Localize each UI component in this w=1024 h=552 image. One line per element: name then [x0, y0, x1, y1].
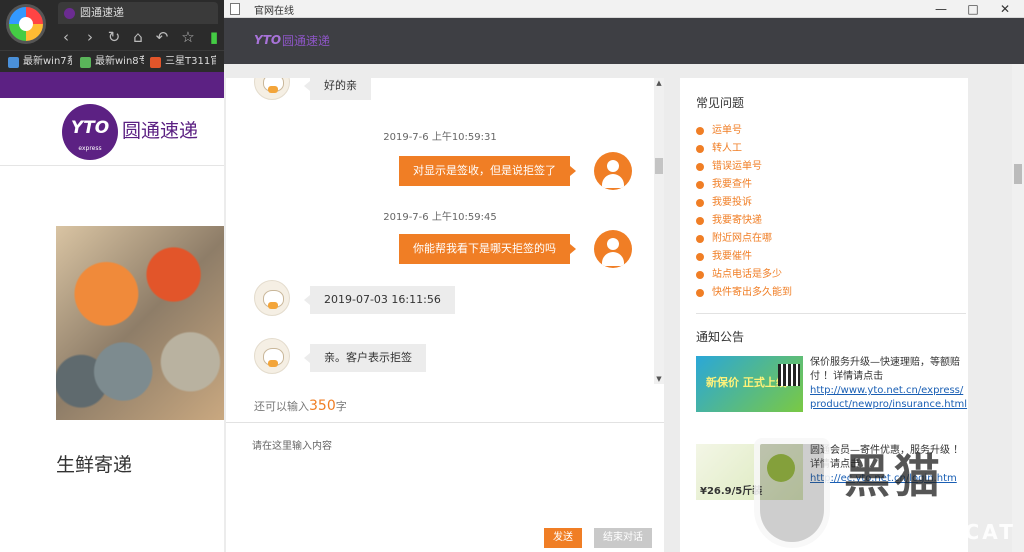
window-scrollbar[interactable]: [1012, 64, 1024, 552]
header-logo: YTO: [254, 33, 282, 47]
agent-message: 2019-07-03 16:11:56: [304, 286, 455, 314]
document-icon: [230, 3, 240, 15]
message-list[interactable]: 好的亲 2019-7-6 上午10:59:31 对显示是签收，但是说拒签了 20…: [226, 78, 654, 384]
forward-icon[interactable]: ›: [80, 27, 100, 47]
refresh-icon[interactable]: ↻: [104, 27, 124, 47]
message-panel: 好的亲 2019-7-6 上午10:59:31 对显示是签收，但是说拒签了 20…: [226, 78, 664, 552]
faq-item[interactable]: 错误运单号: [696, 158, 792, 176]
notice-banner-image[interactable]: 新保价 正式上线: [696, 356, 803, 412]
yto-favicon-icon: [64, 8, 75, 19]
scroll-up-icon[interactable]: ▲: [654, 78, 664, 88]
site-brand-name: 圆通速递: [122, 120, 199, 142]
faq-title: 常见问题: [696, 96, 745, 110]
agent-avatar: [254, 78, 290, 100]
faq-item[interactable]: 快件寄出多久能到: [696, 284, 792, 302]
undo-icon[interactable]: ↶: [152, 27, 172, 47]
notice-title: 通知公告: [696, 330, 745, 344]
fruit-icon: [767, 454, 795, 482]
faq-item[interactable]: 我要投诉: [696, 194, 792, 212]
message-timestamp: 2019-7-6 上午10:59:31: [383, 132, 497, 143]
back-icon[interactable]: ‹: [56, 27, 76, 47]
notice-text: 圆通会员—寄件优惠，服务升级 ！详情请点击: [810, 445, 964, 470]
agent-message: 好的亲: [304, 78, 371, 100]
user-avatar: [594, 230, 632, 268]
bookmark-page-icon: [150, 57, 161, 68]
maximize-button[interactable]: □: [958, 0, 988, 18]
section-caption[interactable]: 生鲜寄递: [56, 450, 132, 477]
agent-avatar: [254, 280, 290, 316]
bookmark-item[interactable]: 三星T311官: [150, 54, 216, 70]
faq-item[interactable]: 我要查件: [696, 176, 792, 194]
minimize-button[interactable]: —: [926, 0, 956, 18]
browser-tab[interactable]: 圆通速递: [58, 2, 218, 24]
notice-banner-image[interactable]: ¥26.9/5斤装: [696, 444, 803, 500]
side-panel: 常见问题 运单号 转人工 错误运单号 我要查件 我要投诉 我要寄快递 附近网点在…: [680, 78, 968, 552]
notice-text: 保价服务升级—快速理赔，等额赔付 ！详情请点击: [810, 357, 960, 382]
chat-header: YTO 圆通速递: [224, 18, 1024, 64]
faq-item[interactable]: 运单号: [696, 122, 792, 140]
browser-tab-title: 圆通速递: [80, 6, 124, 19]
faq-item[interactable]: 转人工: [696, 140, 792, 158]
seafood-image[interactable]: [56, 226, 224, 420]
scroll-thumb[interactable]: [655, 158, 663, 174]
bookmarks-bar: 最新win7系 最新win8专 三星T311官: [0, 50, 224, 72]
site-top-bar: [0, 72, 224, 98]
bookmark-page-icon: [8, 57, 19, 68]
agent-avatar: [254, 338, 290, 374]
window-titlebar[interactable]: 官网在线 — □ ✕: [224, 0, 1024, 18]
notice-link[interactable]: http://ec.yto.net.cn/login.htm: [810, 473, 957, 484]
notice-link[interactable]: http://www.yto.net.cn/express/product/ne…: [810, 385, 967, 410]
window-scroll-thumb[interactable]: [1014, 164, 1022, 184]
scroll-down-icon[interactable]: ▼: [654, 374, 664, 384]
message-scrollbar[interactable]: ▲ ▼: [654, 78, 664, 384]
site-header: YTO express 圆通速递: [0, 98, 224, 166]
char-counter-value: 350: [309, 398, 336, 414]
user-avatar: [594, 152, 632, 190]
browser-logo-icon[interactable]: [6, 4, 46, 44]
background-browser-window: 圆通速递 ‹ › ↻ ⌂ ↶ ☆ ▮ 最新win7系 最新win8专 三星T31…: [0, 0, 224, 552]
message-input[interactable]: [252, 437, 642, 507]
message-input-area: 发送 结束对话: [226, 422, 664, 552]
qr-code-icon: [778, 364, 800, 386]
extension-icon[interactable]: ▮: [204, 27, 224, 47]
agent-message: 亲。客户表示拒签: [304, 344, 426, 372]
home-icon[interactable]: ⌂: [128, 27, 148, 47]
user-message: 你能帮我看下是哪天拒签的吗: [399, 234, 576, 264]
char-counter: 还可以输入350字: [254, 398, 347, 414]
faq-item[interactable]: 我要催件: [696, 248, 792, 266]
message-timestamp: 2019-7-6 上午10:59:45: [383, 212, 497, 223]
faq-item[interactable]: 站点电话是多少: [696, 266, 792, 284]
side-divider: [696, 313, 966, 314]
window-title: 官网在线: [254, 6, 294, 17]
user-message: 对显示是签收，但是说拒签了: [399, 156, 576, 186]
bookmark-item[interactable]: 最新win8专: [80, 54, 144, 70]
faq-item[interactable]: 我要寄快递: [696, 212, 792, 230]
star-icon[interactable]: ☆: [178, 27, 198, 47]
end-chat-button[interactable]: 结束对话: [594, 528, 652, 548]
send-button[interactable]: 发送: [544, 528, 582, 548]
chat-body: 好的亲 2019-7-6 上午10:59:31 对显示是签收，但是说拒签了 20…: [224, 64, 1024, 552]
chat-window: 官网在线 — □ ✕ YTO 圆通速递 好的亲 2019-7-6 上午10:59…: [224, 0, 1024, 552]
close-button[interactable]: ✕: [990, 0, 1020, 18]
yto-logo[interactable]: YTO express: [62, 104, 118, 160]
bookmark-item[interactable]: 最新win7系: [8, 54, 72, 70]
faq-item[interactable]: 附近网点在哪: [696, 230, 792, 248]
faq-list: 运单号 转人工 错误运单号 我要查件 我要投诉 我要寄快递 附近网点在哪 我要催…: [696, 122, 792, 302]
bookmark-page-icon: [80, 57, 91, 68]
header-brand: 圆通速递: [282, 34, 331, 48]
